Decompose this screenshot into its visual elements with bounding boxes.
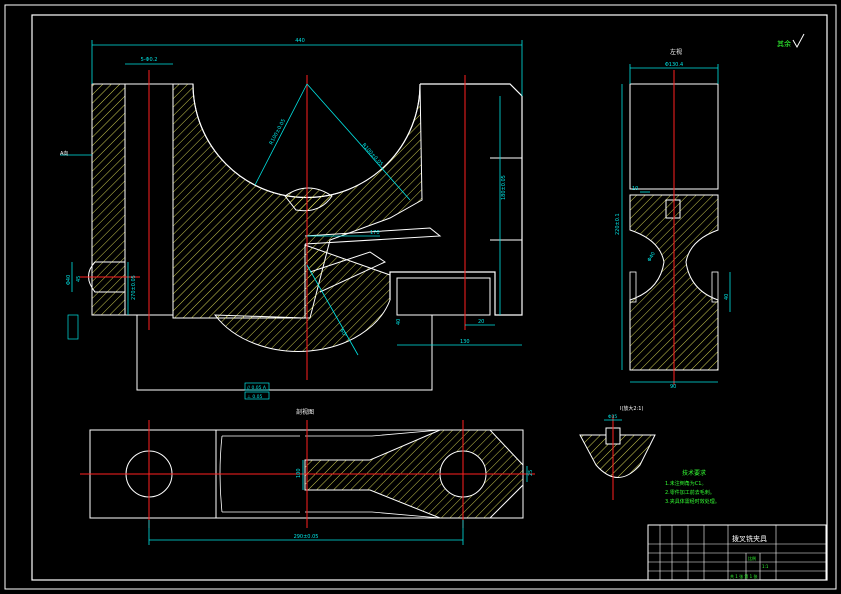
section-label: 剖视图 [296,408,314,416]
side-dim-bottom: 90 [670,384,676,390]
front-view: 440 5-Φ0.2 R100±0.05 R100±0.05 170 180±0… [60,38,523,400]
tolerance-text-1: // 0.05 A [247,385,267,391]
roughness-label: 其余 [777,39,791,48]
dim-top-offset: 5-Φ0.2 [141,57,158,63]
dim-left-small-b: 45 [76,276,82,282]
left-view-label: 左视 [670,48,682,56]
side-dim-height: 220±0.1 [615,213,621,235]
tech-item-3: 3.夹具体需经时效处理。 [665,498,720,505]
dim-arc-right: R100±0.05 [361,142,384,167]
title-scale: 1:1 [762,564,769,569]
detail-dim-top: Φ35 [608,414,617,420]
side-dim-top: Φ130.4 [665,62,683,68]
title-scale-label: 比例 [748,555,756,561]
title-name: 拨叉铣夹具 [732,534,767,543]
section-dim-right: 25 [528,470,534,476]
dim-left-small-a: Φ40 [66,275,72,285]
drawing-canvas: 440 5-Φ0.2 R100±0.05 R100±0.05 170 180±0… [4,4,837,590]
side-slot-left [629,271,637,303]
dim-bottom-right-a: 40 [396,319,402,325]
title-sheet: 共 1 张 第 1 张 [730,573,757,579]
tech-heading: 技术要求 [682,469,706,477]
section-dim-overall: 290±0.05 [294,534,319,540]
dim-overall-width: 440 [295,38,305,44]
section-dim-inner: 100 [296,468,302,478]
section-view: 剖视图 290±0.05 25 100 [80,408,535,545]
dim-bottom-width: 130 [460,339,470,345]
tech-item-1: 1.未注倒角为C1。 [665,480,706,487]
right-pocket [396,277,491,316]
side-dim-small: 10 [632,186,638,192]
dim-slot-width: 170 [370,230,380,236]
dim-arc-left: R100±0.05 [268,118,287,146]
tech-requirements: 技术要求 1.未注倒角为C1。 2.零件加工前去毛刺。 3.夹具体需经时效处理。 [665,469,720,505]
title-block: 拨叉铣夹具 比例 1:1 共 1 张 第 1 张 [647,524,827,581]
detail-view: I(放大2:1) Φ35 [579,405,656,500]
side-dim-right: 40 [724,294,730,300]
dim-left-vertical: 270±0.05 [131,275,137,300]
left-tol-box [67,314,79,340]
tolerance-text-2: ⊥ 0.05 [247,394,263,400]
side-view: 左视 Φ130.4 220±0.1 10 Φ40 40 90 [615,48,731,390]
left-marker-label: A向 [60,150,68,157]
detail-label: I(放大2:1) [620,405,643,412]
left-hatched-body [91,83,126,316]
dim-bottom-small: 20 [478,319,484,325]
side-dim-hole: Φ40 [647,251,657,263]
tech-item-2: 2.零件加工前去毛刺。 [665,489,715,496]
dim-right-height: 180±0.05 [501,175,507,200]
roughness-symbol-icon [792,33,805,49]
